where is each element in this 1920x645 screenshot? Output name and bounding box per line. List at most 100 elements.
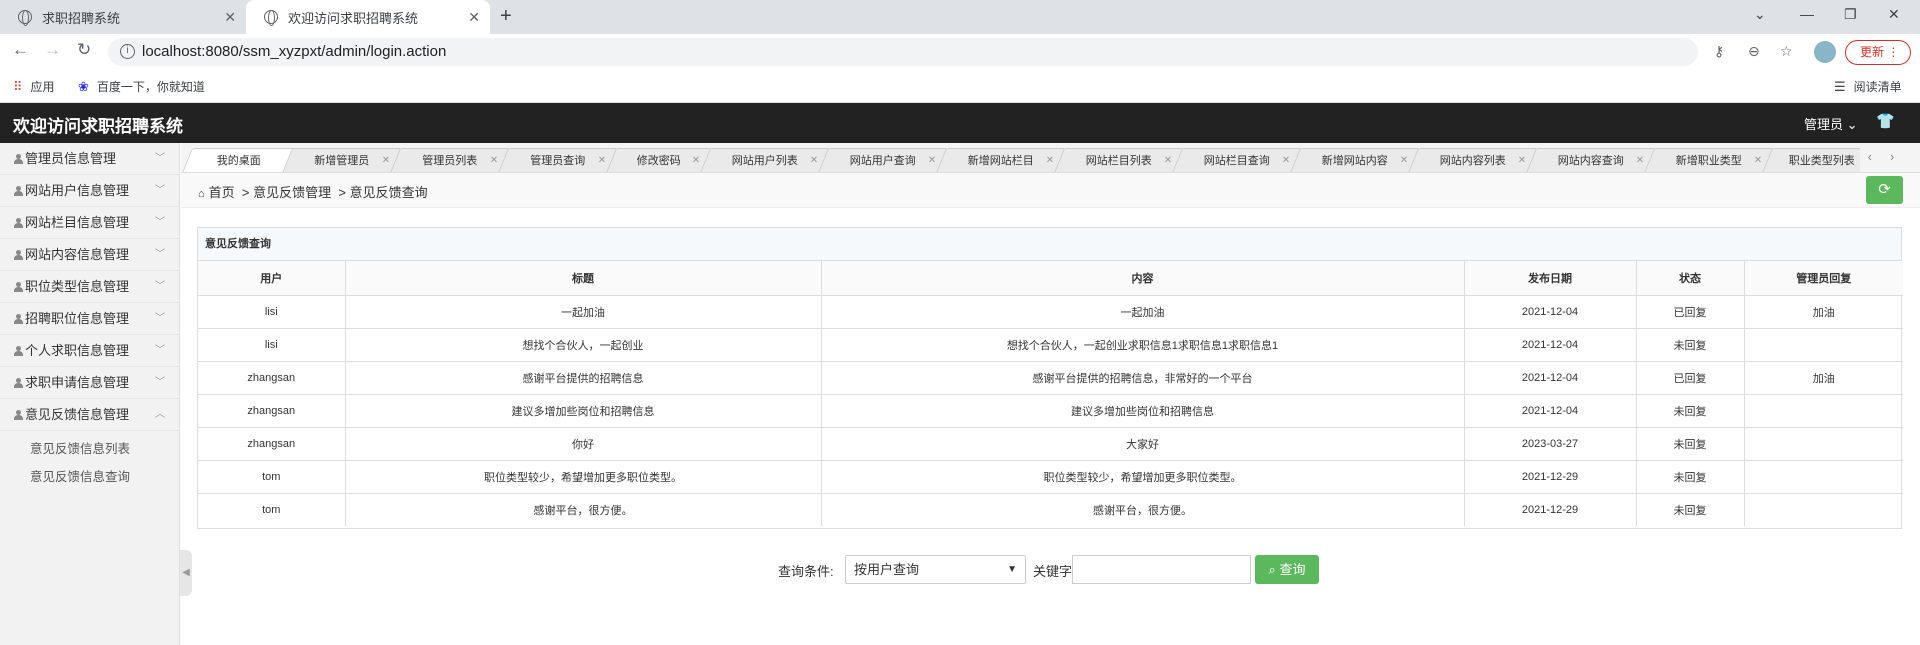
query-condition-label: 查询条件: [778, 564, 834, 579]
chevron-down-icon: ﹀ [155, 313, 165, 324]
minimize-icon[interactable]: — [1800, 6, 1814, 22]
column-header-status: 状态 [1636, 261, 1745, 296]
cell-status: 已回复 [1636, 295, 1745, 329]
close-icon[interactable]: ✕ [1045, 149, 1053, 172]
tab-admin-query[interactable]: 管理员查询 ✕ [497, 148, 619, 172]
tab-add-site-column[interactable]: 新增网站栏目 ✕ [935, 148, 1067, 172]
close-icon[interactable]: ✕ [597, 149, 605, 172]
cell-status: 未回复 [1636, 493, 1745, 526]
search-button[interactable]: ⌕ 查询 [1255, 555, 1319, 584]
tab-label: 网站内容查询 [1557, 155, 1624, 167]
close-tab-icon[interactable]: ✕ [468, 9, 480, 26]
sidebar-item-site-users[interactable]: 网站用户信息管理 ﹀ [0, 175, 179, 207]
user-icon [14, 410, 23, 420]
tab-label: 网站栏目查询 [1203, 155, 1270, 167]
close-icon[interactable]: ✕ [489, 149, 497, 172]
sidebar-item-feedback[interactable]: 意见反馈信息管理 ︿ [0, 399, 179, 431]
window-close-icon[interactable]: ✕ [1888, 6, 1900, 23]
tab-add-admin[interactable]: 新增管理员 ✕ [281, 148, 403, 172]
tab-site-content-list[interactable]: 网站内容列表 ✕ [1407, 148, 1539, 172]
back-icon[interactable]: ← [12, 40, 29, 60]
sidebar-item-personal-jobs[interactable]: 个人求职信息管理 ﹀ [0, 335, 179, 367]
close-icon[interactable]: ✕ [1399, 149, 1407, 172]
close-icon[interactable]: ✕ [381, 149, 389, 172]
cell-reply [1744, 328, 1903, 362]
refresh-icon: ⟳ [1878, 181, 1891, 198]
select-value: 按用户查询 [854, 562, 920, 577]
new-tab-icon[interactable]: + [500, 5, 512, 28]
forward-icon[interactable]: → [44, 40, 61, 60]
tab-site-user-list[interactable]: 网站用户列表 ✕ [699, 148, 831, 172]
refresh-button[interactable]: ⟳ [1866, 176, 1903, 204]
cell-title: 感谢平台，很方便。 [345, 493, 822, 526]
cell-content: 一起加油 [821, 295, 1465, 329]
tab-change-password[interactable]: 修改密码 ✕ [605, 148, 713, 172]
tab-site-column-query[interactable]: 网站栏目查询 ✕ [1171, 148, 1303, 172]
sidebar-subitem-feedback-list[interactable]: 意见反馈信息列表 [0, 435, 179, 463]
app-title: 欢迎访问求职招聘系统 [13, 117, 183, 136]
sidebar-item-label: 网站栏目信息管理 [25, 215, 130, 230]
cell-reply: 加油 [1744, 295, 1903, 329]
bookmark-apps[interactable]: ⠿ 应用 [13, 78, 55, 95]
sidebar-item-site-columns[interactable]: 网站栏目信息管理 ﹀ [0, 207, 179, 239]
sidebar-item-site-content[interactable]: 网站内容信息管理 ﹀ [0, 239, 179, 271]
key-icon[interactable]: ⚷ [1714, 43, 1724, 60]
update-label: 更新 [1860, 45, 1885, 59]
globe-icon [18, 10, 32, 26]
browser-tab[interactable]: 求职招聘系统 ✕ [0, 0, 246, 34]
admin-dropdown[interactable]: 管理员 ⌄ [1804, 114, 1858, 133]
chevron-right-icon[interactable]: › [1890, 149, 1912, 164]
feedback-panel: 意见反馈查询 用户 标题 内容 发布日期 状态 管理员回复 lisi 一起加油 … [197, 227, 1903, 529]
close-tab-icon[interactable]: ✕ [224, 9, 236, 26]
tab-add-job-type[interactable]: 新增职业类型 ✕ [1643, 148, 1775, 172]
close-icon[interactable]: ✕ [1635, 149, 1643, 172]
star-icon[interactable]: ☆ [1780, 43, 1793, 60]
update-button[interactable]: 更新 ⋮ [1845, 40, 1911, 65]
sidebar-item-recruit-jobs[interactable]: 招聘职位信息管理 ﹀ [0, 303, 179, 335]
table-row: zhangsan 感谢平台提供的招聘信息 感谢平台提供的招聘信息，非常好的一个平… [198, 361, 1903, 395]
bookmark-baidu[interactable]: ❀ 百度一下，你就知道 [78, 78, 205, 95]
keyword-input[interactable] [1072, 555, 1251, 584]
breadcrumb-section[interactable]: 意见反馈管理 [253, 185, 331, 200]
more-icon: ⋮ [1887, 45, 1900, 59]
browser-tab-active[interactable]: 欢迎访问求职招聘系统 ✕ [246, 0, 490, 34]
avatar[interactable] [1814, 41, 1836, 63]
close-icon[interactable]: ✕ [691, 149, 699, 172]
tab-scroll-arrows[interactable]: ‹› [1860, 143, 1920, 172]
close-icon[interactable]: ✕ [1163, 149, 1171, 172]
browser-tab-title: 欢迎访问求职招聘系统 [288, 10, 419, 26]
sidebar-item-admin[interactable]: 管理员信息管理 ﹀ [0, 143, 179, 175]
sidebar-item-label: 管理员信息管理 [25, 151, 117, 166]
skin-icon[interactable]: 👕 [1876, 112, 1895, 130]
tab-my-desktop[interactable]: 我的桌面 [181, 148, 297, 172]
url-input[interactable]: i localhost:8080/ssm_xyzpxt/admin/login.… [108, 38, 1793, 66]
sidebar-item-applications[interactable]: 求职申请信息管理 ﹀ [0, 367, 179, 399]
restore-icon[interactable]: ❐ [1844, 6, 1857, 23]
close-icon[interactable]: ✕ [1281, 149, 1289, 172]
tab-admin-list[interactable]: 管理员列表 ✕ [389, 148, 511, 172]
cell-title: 感谢平台提供的招聘信息 [345, 361, 822, 395]
bookmarks-bar: ⠿ 应用 ❀ 百度一下，你就知道 ☰ 阅读清单 [0, 70, 1920, 103]
info-icon[interactable]: i [120, 44, 135, 59]
sidebar-collapse-handle[interactable]: ◀ [180, 550, 192, 596]
tab-label: 网站内容列表 [1439, 155, 1506, 167]
tab-site-user-query[interactable]: 网站用户查询 ✕ [817, 148, 949, 172]
breadcrumb-home[interactable]: 首页 [209, 185, 235, 200]
sidebar-subitem-feedback-query[interactable]: 意见反馈信息查询 [0, 463, 179, 491]
close-icon[interactable]: ✕ [1753, 149, 1761, 172]
reload-icon[interactable]: ↻ [77, 40, 91, 60]
tab-site-column-list[interactable]: 网站栏目列表 ✕ [1053, 148, 1185, 172]
close-icon[interactable]: ✕ [1517, 149, 1525, 172]
sidebar-item-job-types[interactable]: 职位类型信息管理 ﹀ [0, 271, 179, 303]
tab-add-site-content[interactable]: 新增网站内容 ✕ [1289, 148, 1421, 172]
reading-list[interactable]: ☰ 阅读清单 [1834, 78, 1902, 95]
column-header-reply: 管理员回复 [1744, 261, 1903, 296]
chevron-left-icon[interactable]: ‹ [1868, 149, 1890, 164]
panel-title: 意见反馈查询 [198, 228, 1901, 261]
tab-site-content-query[interactable]: 网站内容查询 ✕ [1525, 148, 1657, 172]
query-condition-select[interactable]: 按用户查询 ▼ [845, 555, 1026, 584]
close-icon[interactable]: ✕ [927, 149, 935, 172]
tab-search-icon[interactable]: ⌄ [1754, 6, 1766, 23]
zoom-icon[interactable]: ⊖ [1748, 43, 1760, 60]
close-icon[interactable]: ✕ [809, 149, 817, 172]
